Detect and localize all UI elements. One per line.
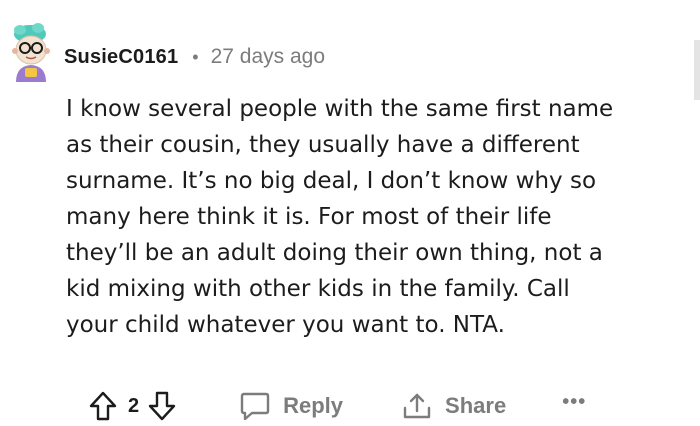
- comment-timestamp[interactable]: 27 days ago: [211, 45, 325, 69]
- comment-header: SusieC0161 • 27 days ago: [64, 40, 325, 74]
- share-upload-icon: [403, 393, 431, 419]
- user-avatar[interactable]: [6, 20, 56, 82]
- share-label: Share: [445, 393, 507, 418]
- comment-action-bar: 2 Reply Share •••: [88, 386, 586, 426]
- upvote-button[interactable]: [88, 390, 118, 422]
- comment-body-line: many here think it is. For most of their…: [66, 204, 552, 230]
- comment-body-line: surname. It’s no big deal, I don’t know …: [66, 168, 597, 194]
- comment-body-line: as their cousin, they usually have a dif…: [66, 132, 580, 158]
- comment-body-line: your child whatever you want to. NTA.: [66, 312, 505, 338]
- chat-bubble-icon: [240, 392, 270, 421]
- username-link[interactable]: SusieC0161: [64, 46, 178, 69]
- comment-card: SusieC0161 • 27 days ago I know several …: [0, 0, 700, 422]
- share-button[interactable]: Share: [401, 391, 506, 421]
- downvote-button[interactable]: [147, 390, 177, 422]
- vote-control: 2: [88, 390, 177, 422]
- more-options-button[interactable]: •••: [562, 391, 586, 414]
- reply-label: Reply: [283, 393, 344, 418]
- arrow-down-outline-icon: [148, 391, 176, 421]
- comment-body-line: kid mixing with other kids in the family…: [66, 276, 570, 302]
- arrow-up-outline-icon: [89, 391, 117, 421]
- vote-score: 2: [128, 394, 140, 417]
- scrollbar-thumb[interactable]: [694, 40, 700, 100]
- reply-button[interactable]: Reply: [239, 391, 343, 421]
- comment-body-line: I know several people with the same firs…: [66, 96, 614, 122]
- comment-body: I know several people with the same firs…: [66, 91, 686, 343]
- comment-body-line: they’ll be an adult doing their own thin…: [66, 240, 603, 266]
- meta-separator: •: [192, 46, 199, 67]
